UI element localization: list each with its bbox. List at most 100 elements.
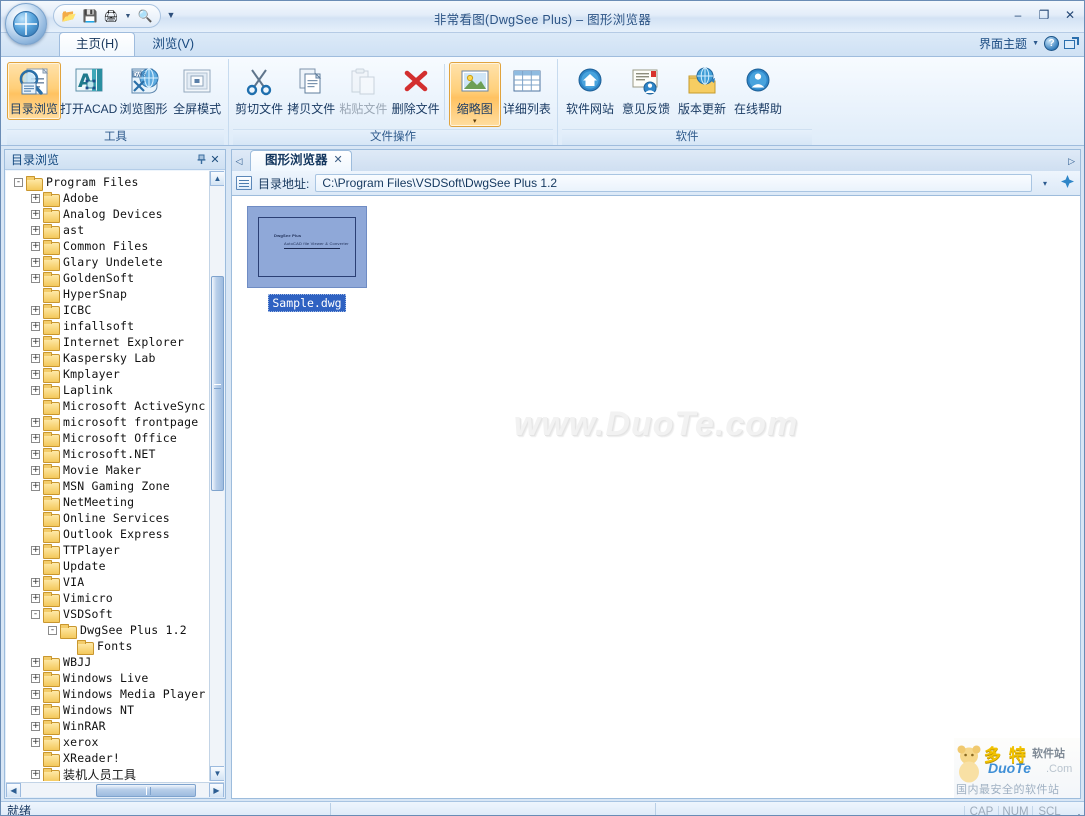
expand-icon[interactable]: + [31,386,40,395]
expand-icon[interactable]: + [31,546,40,555]
tree-item[interactable]: +Laplink [6,382,209,398]
tab-prev-icon[interactable]: ◁ [232,156,246,171]
tree-item[interactable]: +Kaspersky Lab [6,350,209,366]
tree-item[interactable]: +Microsoft.NET [6,446,209,462]
button-feedback[interactable]: 意见反馈 [618,62,674,120]
tree-item[interactable]: +Common Files [6,238,209,254]
tree-item[interactable]: +Analog Devices [6,206,209,222]
expand-icon[interactable]: + [31,242,40,251]
expand-icon[interactable]: + [31,322,40,331]
chevron-down-icon[interactable]: ▾ [473,119,477,124]
tree-item[interactable]: -Program Files [6,174,209,190]
tree-item[interactable]: +Kmplayer [6,366,209,382]
tree-item[interactable]: +WBJJ [6,654,209,670]
close-button[interactable]: ✕ [1062,7,1078,23]
tree-item[interactable]: Microsoft ActiveSync [6,398,209,414]
tree-item[interactable]: +Windows NT [6,702,209,718]
tree-item[interactable]: NetMeeting [6,494,209,510]
expand-icon[interactable]: + [31,258,40,267]
button-cut-file[interactable]: 剪切文件 [233,62,285,120]
tree-item[interactable]: HyperSnap [6,286,209,302]
scroll-up-button[interactable]: ▲ [210,171,224,186]
application-menu-button[interactable] [5,3,47,45]
tree-item[interactable]: Outlook Express [6,526,209,542]
tree-item[interactable]: +GoldenSoft [6,270,209,286]
tab-browse[interactable]: 浏览(V) [135,32,211,56]
help-icon[interactable]: ? [1044,36,1059,51]
expand-icon[interactable]: + [31,482,40,491]
expand-icon[interactable]: + [31,658,40,667]
tree-item[interactable]: +infallsoft [6,318,209,334]
expand-icon[interactable]: + [31,226,40,235]
button-online-help[interactable]: 在线帮助 [730,62,786,120]
tree-item[interactable]: +ast [6,222,209,238]
close-icon[interactable]: ✕ [334,153,343,168]
tree-item[interactable]: +装机人员工具 [6,766,209,781]
expand-icon[interactable]: + [31,594,40,603]
tree-item[interactable]: +Internet Explorer [6,334,209,350]
tree-item[interactable]: XReader! [6,750,209,766]
expand-icon[interactable]: + [31,274,40,283]
expand-icon[interactable]: + [31,466,40,475]
close-icon[interactable]: ✕ [208,153,222,167]
expand-icon[interactable]: + [31,210,40,219]
button-version-update[interactable]: 版本更新 [674,62,730,120]
tree-item[interactable]: Update [6,558,209,574]
expand-icon[interactable]: + [31,306,40,315]
expand-icon[interactable]: + [31,370,40,379]
folder-tree[interactable]: -Program Files+Adobe+Analog Devices+ast+… [6,171,224,797]
scroll-down-button[interactable]: ▼ [210,766,224,781]
expand-icon[interactable]: + [31,434,40,443]
expand-icon[interactable]: + [31,674,40,683]
expand-icon[interactable]: + [31,450,40,459]
button-thumbnail-view[interactable]: 缩略图 ▾ [449,62,501,127]
file-list-pane[interactable]: DwgSee Plus AutoCAD file Viewer & Conver… [231,195,1081,799]
horizontal-scroll-thumb[interactable] [96,784,196,797]
tree-item[interactable]: -DwgSee Plus 1.2 [6,622,209,638]
collapse-icon[interactable]: - [31,610,40,619]
tree-item[interactable]: +WinRAR [6,718,209,734]
address-input[interactable]: C:\Program Files\VSDSoft\DwgSee Plus 1.2 [315,174,1032,192]
minimize-button[interactable]: – [1010,7,1026,23]
button-open-acad[interactable]: A 打开ACAD [61,62,117,120]
tree-item[interactable]: +VIA [6,574,209,590]
expand-icon[interactable]: + [31,738,40,747]
tree-item[interactable]: +TTPlayer [6,542,209,558]
button-folder-browse[interactable]: 目录浏览 [7,62,61,120]
button-browse-drawing[interactable]: DWG 浏览图形 [117,62,171,120]
expand-icon[interactable]: + [31,722,40,731]
file-item[interactable]: DwgSee Plus AutoCAD file Viewer & Conver… [246,206,368,312]
expand-icon[interactable]: + [31,770,40,779]
tree-item[interactable]: +Movie Maker [6,462,209,478]
button-details-list[interactable]: 详细列表 [501,62,553,120]
tree-item[interactable]: Fonts [6,638,209,654]
tab-overflow-icon[interactable]: ▷ [1068,156,1075,167]
expand-icon[interactable]: + [31,578,40,587]
resize-grip[interactable] [1068,804,1084,816]
expand-icon[interactable]: + [31,338,40,347]
minimize-ribbon-icon[interactable] [1064,37,1080,51]
expand-icon[interactable]: + [31,418,40,427]
theme-label[interactable]: 界面主题 [979,35,1027,52]
tree-item[interactable]: +MSN Gaming Zone [6,478,209,494]
button-delete-file[interactable]: 删除文件 [390,62,442,120]
expand-icon[interactable]: + [31,706,40,715]
expand-icon[interactable]: + [31,690,40,699]
expand-icon[interactable]: + [31,194,40,203]
tree-item[interactable]: -VSDSoft [6,606,209,622]
tree-item[interactable]: +Windows Live [6,670,209,686]
maximize-button[interactable]: ❐ [1036,7,1052,23]
collapse-icon[interactable]: - [48,626,57,635]
refresh-icon[interactable] [1058,174,1076,192]
tab-home[interactable]: 主页(H) [59,32,135,56]
tree-item[interactable]: +Adobe [6,190,209,206]
tree-item[interactable]: +Vimicro [6,590,209,606]
button-fullscreen-mode[interactable]: 全屏模式 [170,62,224,120]
advertisement-banner[interactable]: 多 特 软件站 DuoTe .Com 国内最安全的软件站 [954,738,1080,798]
vertical-scroll-thumb[interactable] [211,276,224,491]
tree-item[interactable]: +Windows Media Player [6,686,209,702]
tree-item[interactable]: +Glary Undelete [6,254,209,270]
chevron-down-icon[interactable]: ▼ [1032,40,1039,47]
tree-item[interactable]: +ICBC [6,302,209,318]
button-copy-file[interactable]: 拷贝文件 [285,62,337,120]
